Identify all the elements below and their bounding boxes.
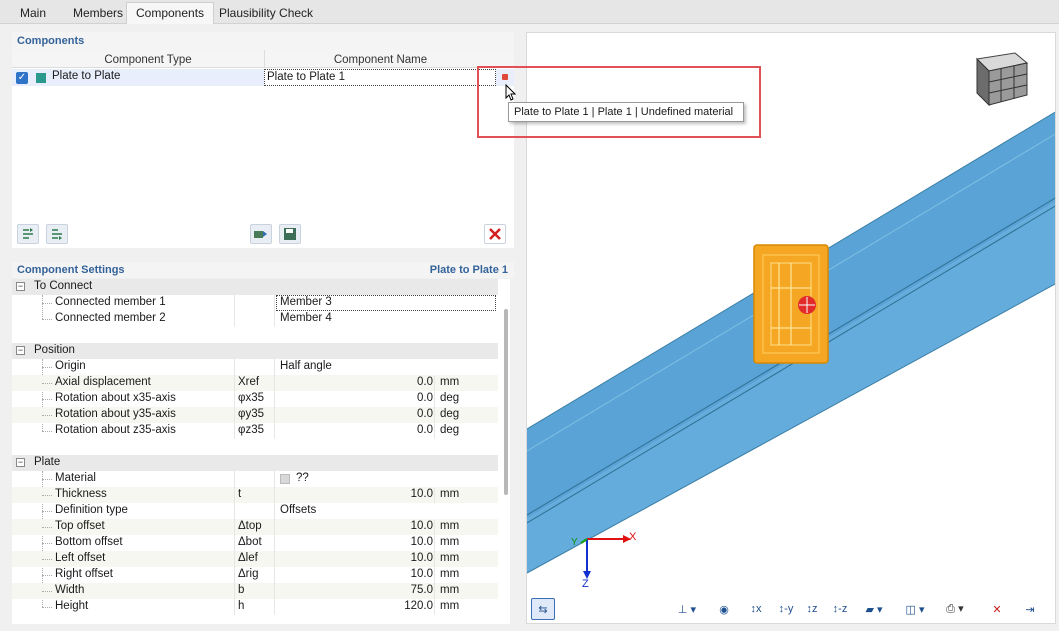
property-row[interactable]: Height h 120.0 mm bbox=[12, 599, 498, 615]
axis-z-label: Z bbox=[582, 578, 589, 590]
property-row[interactable]: Rotation about z35-axis φz35 0.0 deg bbox=[12, 423, 498, 439]
tab-bar: Main Members Components Plausibility Che… bbox=[0, 0, 1059, 24]
property-row[interactable]: Material ?? bbox=[12, 471, 498, 487]
axis-y-label: Y bbox=[571, 537, 578, 548]
property-row[interactable]: Origin Half angle bbox=[12, 359, 498, 375]
delete-icon[interactable] bbox=[484, 224, 506, 244]
property-row[interactable]: Thickness t 10.0 mm bbox=[12, 487, 498, 503]
axis-dropdown-icon[interactable]: ⊥ ▾ bbox=[670, 598, 704, 620]
component-type-cell: Plate to Plate bbox=[52, 70, 121, 82]
component-settings-subject: Plate to Plate 1 bbox=[429, 264, 508, 276]
view-cube-icon bbox=[975, 52, 1029, 107]
property-row[interactable]: Connected member 2 Member 4 bbox=[12, 311, 498, 327]
section-plate[interactable]: − Plate bbox=[12, 455, 498, 471]
components-panel: Components Component Type Component Name… bbox=[12, 32, 514, 248]
reset-view-icon[interactable]: ✕ bbox=[985, 598, 1009, 620]
render-mode-dropdown-icon[interactable]: ◫ ▾ bbox=[898, 598, 932, 620]
plate-highlight bbox=[753, 244, 829, 364]
move-down-icon[interactable] bbox=[46, 224, 68, 244]
component-name-input[interactable]: Plate to Plate 1 bbox=[264, 69, 496, 86]
view-neg-y-icon[interactable]: ↕-y bbox=[775, 598, 797, 620]
table-row[interactable]: ✓ Plate to Plate Plate to Plate 1 bbox=[12, 69, 514, 86]
column-component-type[interactable]: Component Type bbox=[32, 50, 264, 68]
exit-view-icon[interactable]: ⇥ bbox=[1018, 598, 1042, 620]
property-row[interactable]: Right offset Δrig 10.0 mm bbox=[12, 567, 498, 583]
collapse-icon[interactable]: − bbox=[16, 346, 25, 355]
tab-plausibility-check[interactable]: Plausibility Check bbox=[209, 2, 323, 24]
component-color-swatch bbox=[36, 73, 46, 83]
component-settings-header: Component Settings Plate to Plate 1 bbox=[12, 262, 514, 278]
collapse-icon[interactable]: − bbox=[16, 458, 25, 467]
tab-members[interactable]: Members bbox=[63, 2, 133, 24]
property-row[interactable]: Bottom offset Δbot 10.0 mm bbox=[12, 535, 498, 551]
components-title: Components bbox=[12, 32, 514, 50]
display-mode-dropdown-icon[interactable]: ▰ ▾ bbox=[857, 598, 891, 620]
property-row[interactable]: Axial displacement Xref 0.0 mm bbox=[12, 375, 498, 391]
property-row[interactable]: Connected member 1 Member 3 bbox=[12, 295, 498, 311]
property-row[interactable]: Rotation about x35-axis φx35 0.0 deg bbox=[12, 391, 498, 407]
view-z-icon[interactable]: ↕z bbox=[801, 598, 823, 620]
row-checkbox[interactable]: ✓ bbox=[16, 72, 28, 84]
component-settings-tree: − To Connect Connected member 1 Member 3… bbox=[12, 279, 510, 624]
save-component-icon[interactable] bbox=[279, 224, 301, 244]
axis-x-label: X bbox=[629, 531, 637, 543]
component-settings-title: Component Settings bbox=[17, 264, 125, 276]
section-to-connect[interactable]: − To Connect bbox=[12, 279, 498, 295]
view-x-icon[interactable]: ↕x bbox=[745, 598, 767, 620]
property-row[interactable]: Top offset Δtop 10.0 mm bbox=[12, 519, 498, 535]
material-color-icon bbox=[280, 474, 290, 484]
property-row[interactable]: Definition type Offsets bbox=[12, 503, 498, 519]
property-row[interactable]: Width b 75.0 mm bbox=[12, 583, 498, 599]
move-up-icon[interactable] bbox=[17, 224, 39, 244]
component-tooltip: Plate to Plate 1 | Plate 1 | Undefined m… bbox=[508, 102, 744, 122]
import-component-icon[interactable] bbox=[250, 224, 272, 244]
column-component-name[interactable]: Component Name bbox=[264, 50, 496, 68]
view-neg-z-icon[interactable]: ↕-z bbox=[829, 598, 851, 620]
section-position[interactable]: − Position bbox=[12, 343, 498, 359]
property-row[interactable]: Left offset Δlef 10.0 mm bbox=[12, 551, 498, 567]
mouse-cursor-icon bbox=[505, 84, 517, 101]
components-table-header: Component Type Component Name bbox=[12, 50, 514, 68]
view-sync-icon[interactable]: ⇆ bbox=[531, 598, 555, 620]
property-row[interactable]: Rotation about y35-axis φy35 0.0 deg bbox=[12, 407, 498, 423]
tab-main[interactable]: Main bbox=[10, 2, 56, 24]
settings-scrollbar[interactable] bbox=[504, 309, 508, 495]
print-dropdown-icon[interactable]: ⎙ ▾ bbox=[938, 598, 972, 620]
visibility-icon[interactable]: ◉ bbox=[712, 598, 736, 620]
collapse-icon[interactable]: − bbox=[16, 282, 25, 291]
tab-components[interactable]: Components bbox=[126, 2, 215, 24]
axis-triad bbox=[580, 535, 631, 579]
